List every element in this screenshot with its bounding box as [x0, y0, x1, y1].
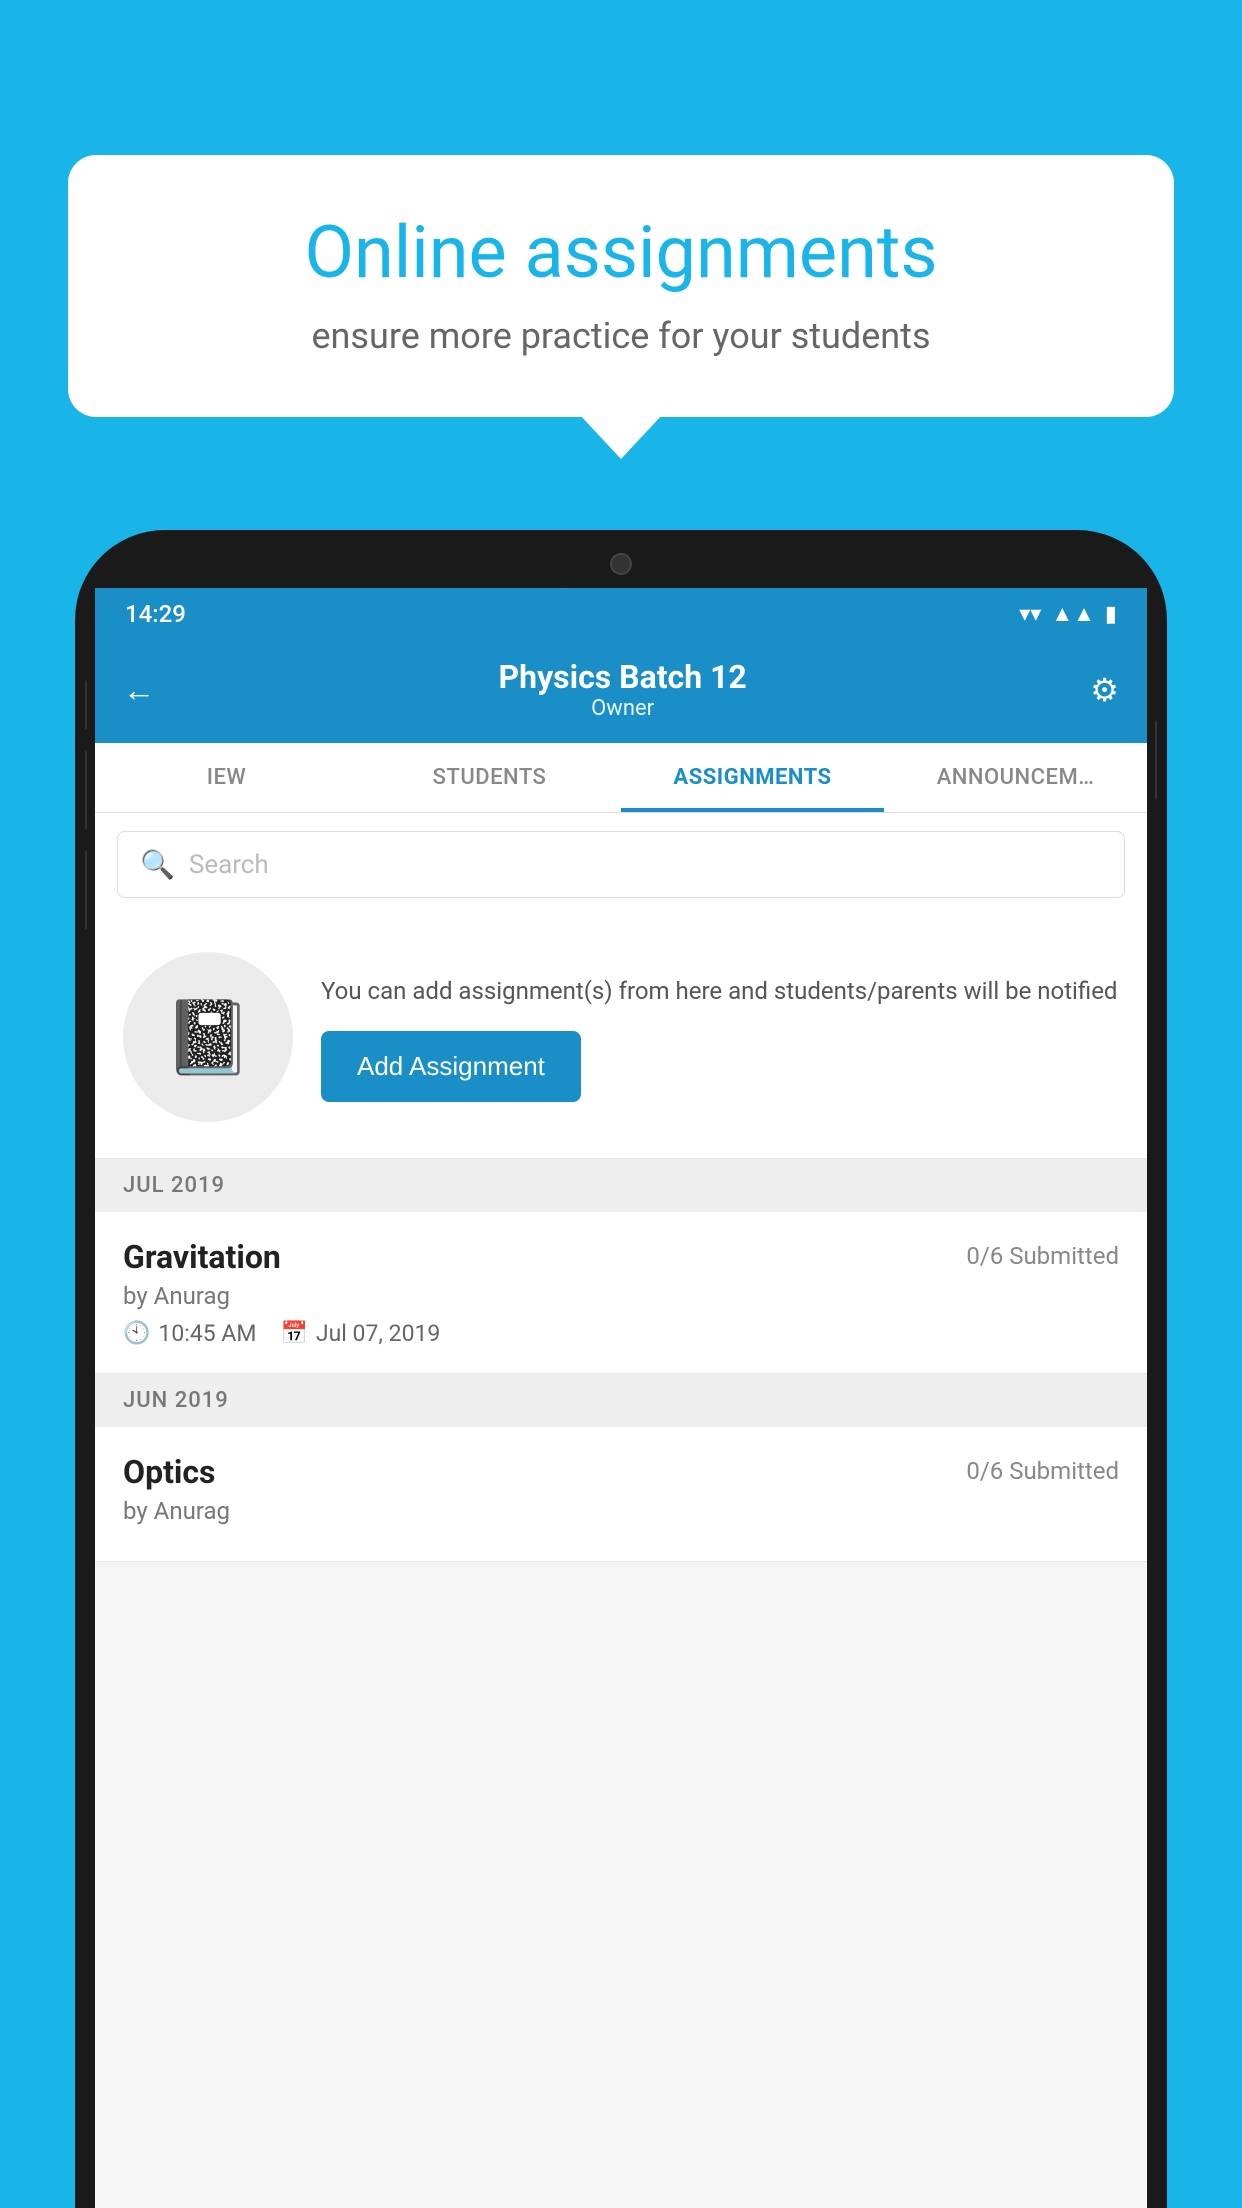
assignment-top-row: Gravitation 0/6 Submitted	[123, 1238, 1119, 1276]
screen: 14:29 ▾▾ ▲▲ ▮ ← Physics Batch 12 Owner ⚙	[95, 588, 1147, 2208]
assignment-name: Gravitation	[123, 1238, 281, 1276]
add-assignment-section: 📓 You can add assignment(s) from here an…	[95, 916, 1147, 1159]
assignment-time-value: 10:45 AM	[158, 1320, 256, 1347]
assignment-date-value: Jul 07, 2019	[316, 1320, 440, 1347]
tab-iew[interactable]: IEW	[95, 743, 358, 812]
search-icon: 🔍	[140, 848, 175, 881]
assignment-submitted-optics: 0/6 Submitted	[966, 1453, 1119, 1485]
search-container: 🔍 Search	[95, 813, 1147, 916]
phone-notch	[541, 540, 701, 588]
battery-icon: ▮	[1105, 602, 1117, 627]
assignment-by: by Anurag	[123, 1282, 1119, 1310]
clock-icon: 🕙	[123, 1321, 150, 1346]
tab-students[interactable]: STUDENTS	[358, 743, 621, 812]
speech-bubble-container: Online assignments ensure more practice …	[68, 155, 1174, 417]
assignment-item-gravitation[interactable]: Gravitation 0/6 Submitted by Anurag 🕙 10…	[95, 1212, 1147, 1374]
tabs-container: IEW STUDENTS ASSIGNMENTS ANNOUNCEM…	[95, 743, 1147, 813]
assignment-date: 📅 Jul 07, 2019	[280, 1320, 440, 1347]
tab-assignments[interactable]: ASSIGNMENTS	[621, 743, 884, 812]
speech-bubble: Online assignments ensure more practice …	[68, 155, 1174, 417]
phone-frame: 14:29 ▾▾ ▲▲ ▮ ← Physics Batch 12 Owner ⚙	[75, 530, 1167, 2208]
front-camera	[610, 553, 632, 575]
status-time: 14:29	[125, 600, 1019, 628]
app-header: ← Physics Batch 12 Owner ⚙	[95, 640, 1147, 743]
search-bar[interactable]: 🔍 Search	[117, 831, 1125, 898]
month-divider-jun: JUN 2019	[95, 1374, 1147, 1427]
add-assignment-button[interactable]: Add Assignment	[321, 1031, 581, 1102]
phone-vol-up	[85, 750, 87, 830]
calendar-icon: 📅	[280, 1321, 307, 1346]
wifi-icon: ▾▾	[1019, 602, 1041, 627]
assignment-meta: 🕙 10:45 AM 📅 Jul 07, 2019	[123, 1320, 1119, 1347]
status-icons: ▾▾ ▲▲ ▮	[1019, 601, 1117, 627]
add-assignment-desc: You can add assignment(s) from here and …	[321, 973, 1119, 1009]
bubble-title: Online assignments	[133, 210, 1109, 295]
assignment-item-optics[interactable]: Optics 0/6 Submitted by Anurag	[95, 1427, 1147, 1562]
search-input[interactable]: Search	[189, 850, 269, 880]
header-subtitle: Owner	[499, 696, 747, 721]
status-bar: 14:29 ▾▾ ▲▲ ▮	[95, 588, 1147, 640]
notebook-icon: 📓	[163, 995, 253, 1080]
phone-vol-silent	[85, 680, 87, 730]
phone-inner: 14:29 ▾▾ ▲▲ ▮ ← Physics Batch 12 Owner ⚙	[85, 540, 1157, 2208]
assignment-top-row-optics: Optics 0/6 Submitted	[123, 1453, 1119, 1491]
back-button[interactable]: ←	[123, 671, 155, 709]
phone-vol-down	[85, 850, 87, 930]
add-assignment-right: You can add assignment(s) from here and …	[321, 973, 1119, 1102]
assignment-name-optics: Optics	[123, 1453, 215, 1491]
assignment-submitted: 0/6 Submitted	[966, 1238, 1119, 1270]
phone-power-button	[1155, 720, 1157, 800]
header-title: Physics Batch 12	[499, 658, 747, 696]
assignment-icon-circle: 📓	[123, 952, 293, 1122]
assignment-by-optics: by Anurag	[123, 1497, 1119, 1525]
tab-announcements[interactable]: ANNOUNCEM…	[884, 743, 1147, 812]
header-center: Physics Batch 12 Owner	[499, 658, 747, 721]
bubble-subtitle: ensure more practice for your students	[133, 315, 1109, 357]
assignment-time: 🕙 10:45 AM	[123, 1320, 256, 1347]
month-divider-jul: JUL 2019	[95, 1159, 1147, 1212]
signal-icon: ▲▲	[1051, 601, 1095, 627]
settings-button[interactable]: ⚙	[1090, 671, 1119, 709]
